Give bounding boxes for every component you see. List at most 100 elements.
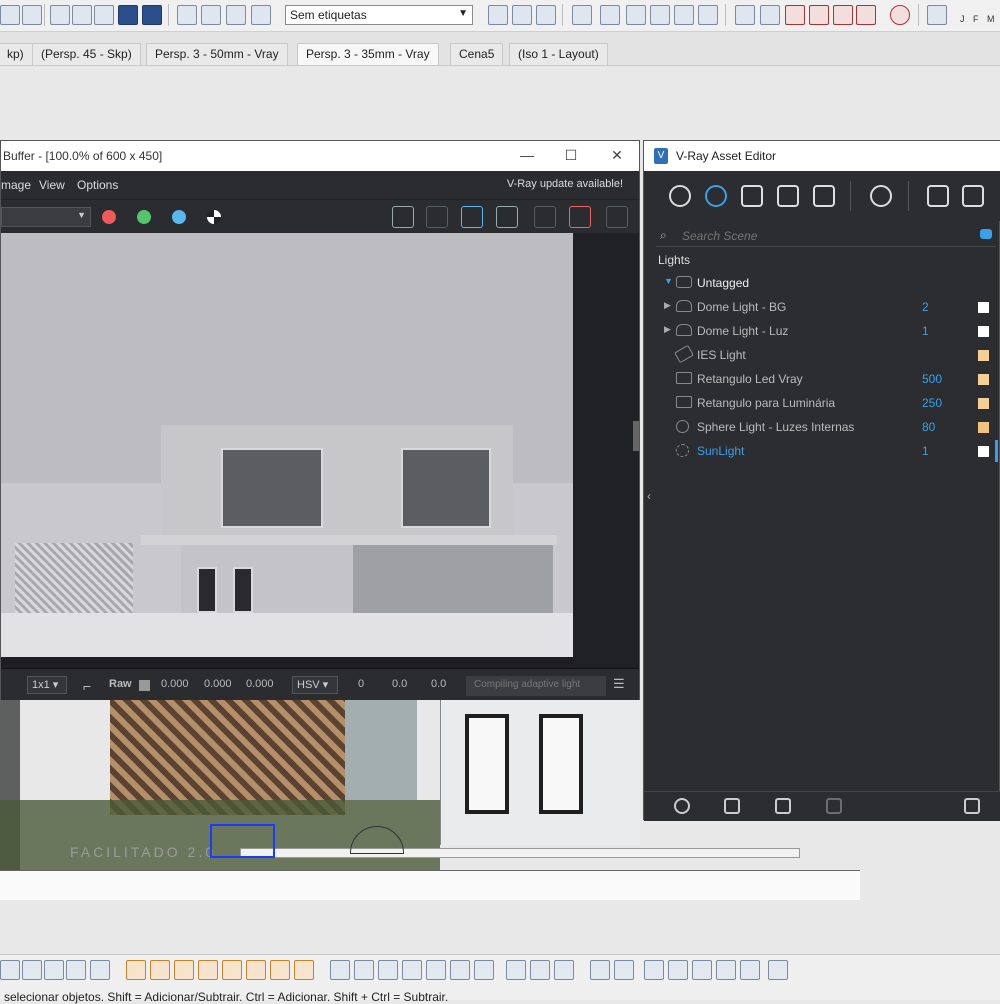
zoom-icon[interactable] (614, 960, 634, 980)
region-render-icon[interactable] (496, 206, 518, 228)
light-color-swatch[interactable] (978, 302, 989, 313)
sun-light-icon[interactable] (246, 960, 266, 980)
dome-light-icon[interactable] (270, 960, 290, 980)
light-intensity[interactable]: 80 (922, 420, 935, 434)
save-icon[interactable] (392, 206, 414, 228)
group-icon[interactable] (600, 5, 620, 25)
gear-icon[interactable] (870, 185, 892, 207)
layers-icon[interactable] (777, 185, 799, 207)
light-color-swatch[interactable] (978, 398, 989, 409)
maximize-icon[interactable]: ☐ (561, 147, 581, 164)
section-icon[interactable] (760, 5, 780, 25)
zoom-select[interactable]: 1x1 ▾ (27, 676, 67, 694)
style-icon[interactable] (251, 5, 271, 25)
tag-list-icon[interactable] (512, 5, 532, 25)
minimize-icon[interactable]: — (517, 147, 537, 163)
tab-scene[interactable]: kp) (0, 43, 33, 65)
section-cube-icon[interactable] (692, 960, 712, 980)
light-intensity[interactable]: 2 (922, 300, 929, 314)
rect-light-icon[interactable] (150, 960, 170, 980)
ies-light-icon[interactable] (222, 960, 242, 980)
frame-buffer-icon[interactable] (962, 185, 984, 207)
style-icon[interactable] (201, 5, 221, 25)
component-icon[interactable] (698, 5, 718, 25)
eraser-icon[interactable] (927, 5, 947, 25)
section-cube-icon[interactable] (668, 960, 688, 980)
sphere-light-icon[interactable] (174, 960, 194, 980)
proxy-icon[interactable] (330, 960, 350, 980)
arrow-tool-icon[interactable] (785, 5, 805, 25)
light-color-swatch[interactable] (978, 446, 989, 457)
log-icon[interactable]: ☰ (613, 676, 625, 692)
open-folder-icon[interactable] (724, 798, 740, 814)
grid-icon[interactable] (506, 960, 526, 980)
light-color-swatch[interactable] (978, 350, 989, 361)
fur-icon[interactable] (426, 960, 446, 980)
tool-icon[interactable] (66, 960, 86, 980)
shadow-month-strip[interactable]: J F M (960, 14, 1000, 28)
light-row-selected[interactable]: SunLight 1 (644, 439, 1000, 463)
select-icon[interactable] (768, 960, 788, 980)
delete-icon[interactable] (826, 798, 842, 814)
frame-buffer-titlebar[interactable]: Buffer - [100.0% of 600 x 450] — ☐ ✕ (1, 141, 639, 171)
wireframe-icon[interactable] (72, 5, 92, 25)
channel-select[interactable]: ▼ (1, 207, 91, 227)
light-row[interactable]: ▶ Dome Light - Luz 1 (644, 319, 1000, 343)
tab-scene-active[interactable]: Persp. 3 - 35mm - Vray (297, 43, 439, 65)
section-cube-icon[interactable] (716, 960, 736, 980)
select-icon[interactable] (0, 5, 20, 25)
pick-icon[interactable]: ⌐ (83, 678, 91, 694)
xray-icon[interactable] (50, 5, 70, 25)
red-channel-icon[interactable] (102, 210, 116, 224)
tool-icon[interactable] (0, 960, 20, 980)
chevron-left-icon[interactable]: ‹ (647, 489, 651, 503)
clear-icon[interactable] (426, 206, 448, 228)
plane-icon[interactable] (450, 960, 470, 980)
light-color-swatch[interactable] (978, 326, 989, 337)
arrow-tool-icon[interactable] (833, 5, 853, 25)
lights-icon[interactable] (705, 185, 727, 207)
tag-select[interactable]: Sem etiquetas ▼ (285, 5, 473, 25)
tag-swap-icon[interactable] (536, 5, 556, 25)
menu-view[interactable]: View (39, 178, 65, 192)
orbit-icon[interactable] (177, 5, 197, 25)
light-row[interactable]: ▶ Dome Light - BG 2 (644, 295, 1000, 319)
purge-icon[interactable] (964, 798, 980, 814)
component-icon[interactable] (626, 5, 646, 25)
proxy-icon[interactable] (378, 960, 398, 980)
textures-icon[interactable] (813, 185, 835, 207)
light-row[interactable]: IES Light (644, 343, 1000, 367)
chevron-down-icon[interactable]: ▼ (664, 276, 673, 286)
hidden-line-icon[interactable] (94, 5, 114, 25)
proxy-icon[interactable] (402, 960, 422, 980)
light-row[interactable]: Retangulo para Luminária 250 (644, 391, 1000, 415)
selected-light-box[interactable] (210, 824, 275, 858)
arrow-tool-icon[interactable] (809, 5, 829, 25)
stop-render-icon[interactable] (569, 206, 591, 228)
geometry-icon[interactable] (741, 185, 763, 207)
zoom-icon[interactable] (590, 960, 610, 980)
light-color-swatch[interactable] (978, 422, 989, 433)
render-icon[interactable] (606, 206, 628, 228)
section-cube-icon[interactable] (644, 960, 664, 980)
close-icon[interactable]: ✕ (607, 147, 627, 164)
tag-tool-icon[interactable] (488, 5, 508, 25)
component-icon[interactable] (674, 5, 694, 25)
render-image[interactable] (1, 233, 573, 665)
copy-icon[interactable] (572, 5, 592, 25)
section-cube-icon[interactable] (740, 960, 760, 980)
tab-scene[interactable]: (Persp. 45 - Skp) (32, 43, 141, 65)
omni-light-icon[interactable] (126, 960, 146, 980)
vertical-scrollbar[interactable] (633, 421, 639, 451)
light-intensity[interactable]: 250 (922, 396, 942, 410)
plane-icon[interactable] (474, 960, 494, 980)
green-channel-icon[interactable] (137, 210, 151, 224)
chevron-right-icon[interactable]: ▶ (664, 324, 671, 335)
add-asset-icon[interactable] (674, 798, 690, 814)
light-intensity[interactable]: 500 (922, 372, 942, 386)
render-teapot-icon[interactable] (927, 185, 949, 207)
search-input[interactable] (682, 228, 962, 244)
filter-icon[interactable] (980, 229, 992, 239)
region-select-icon[interactable] (461, 206, 483, 228)
move-tool-icon[interactable] (856, 5, 876, 25)
